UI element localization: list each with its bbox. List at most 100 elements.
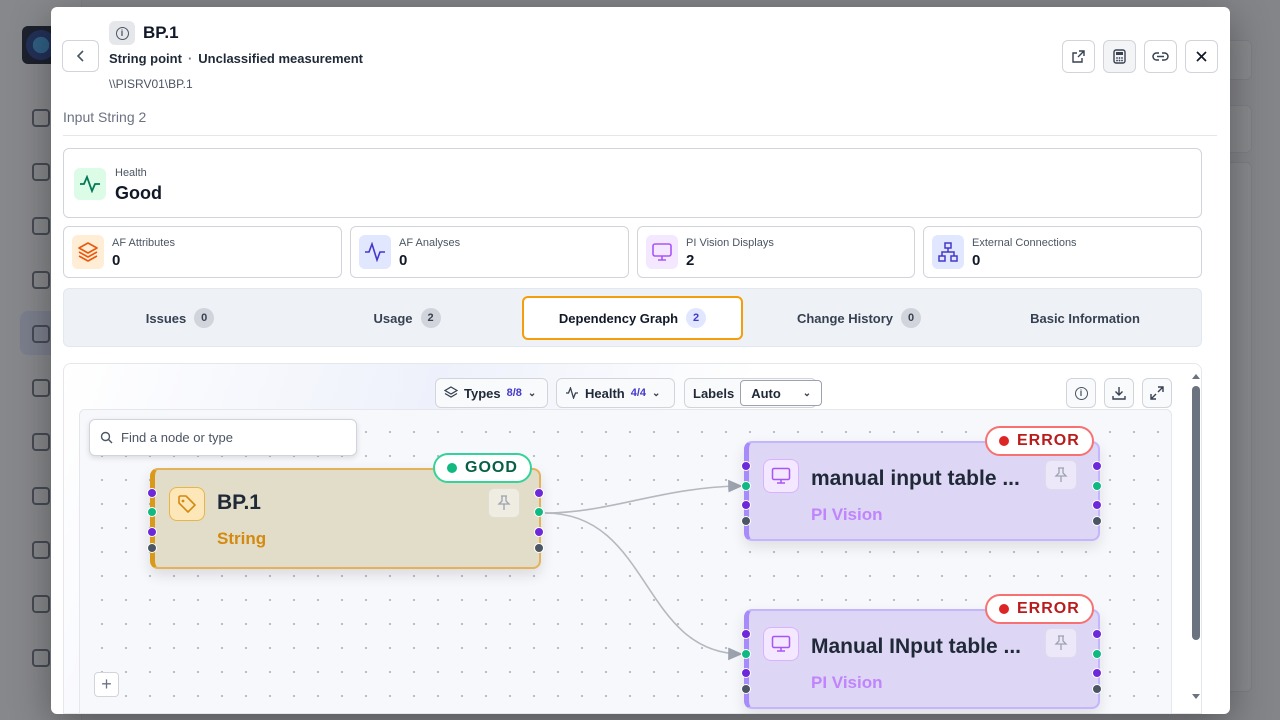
tab-count: 2 — [686, 308, 707, 328]
tab-label: Basic Information — [1030, 310, 1140, 326]
chevron-left-icon — [76, 50, 84, 62]
monitor-icon — [763, 459, 799, 493]
graph-node-bp1[interactable]: BP.1 String — [150, 468, 541, 569]
tab-change-history[interactable]: Change History 0 — [748, 296, 970, 340]
node-port[interactable] — [1092, 649, 1102, 659]
graph-node-display-1[interactable]: manual input table ... PI Vision — [744, 441, 1100, 541]
node-port[interactable] — [741, 461, 751, 471]
stat-label: External Connections — [972, 237, 1077, 249]
node-port[interactable] — [741, 649, 751, 659]
fullscreen-button[interactable] — [1142, 378, 1172, 408]
status-badge-error: ERROR — [985, 594, 1094, 624]
search-placeholder: Find a node or type — [121, 430, 234, 445]
header-divider — [63, 135, 1217, 136]
types-count: 8/8 — [506, 387, 522, 399]
pin-button[interactable] — [1045, 460, 1077, 490]
node-port[interactable] — [147, 543, 157, 553]
node-port[interactable] — [534, 507, 544, 517]
labels-label: Labels — [693, 385, 735, 401]
status-badge-good: GOOD — [433, 453, 532, 483]
tab-label: Usage — [373, 310, 413, 326]
labels-select-value: Auto — [751, 385, 781, 401]
node-port[interactable] — [147, 507, 157, 517]
node-port[interactable] — [741, 629, 751, 639]
status-dot — [447, 463, 457, 473]
node-port[interactable] — [741, 500, 751, 510]
separator-dot: · — [187, 51, 193, 66]
external-link-icon — [1072, 50, 1085, 63]
labels-select[interactable]: Auto ⌄ — [740, 380, 823, 406]
calculator-icon — [1113, 49, 1126, 64]
download-button[interactable] — [1104, 378, 1134, 408]
status-label: GOOD — [465, 459, 518, 476]
health-label: Health — [115, 167, 147, 179]
node-port[interactable] — [741, 684, 751, 694]
health-filter-count: 4/4 — [630, 387, 647, 399]
node-port[interactable] — [147, 488, 157, 498]
stat-pi-vision-displays[interactable]: PI Vision Displays 2 — [637, 226, 915, 278]
health-filter[interactable]: Health 4/4 ⌄ — [556, 378, 675, 408]
node-title: BP.1 — [217, 491, 261, 514]
copy-link-button[interactable] — [1144, 40, 1177, 73]
health-card: Health Good — [63, 148, 1202, 218]
node-port[interactable] — [534, 527, 544, 537]
stat-af-analyses[interactable]: AF Analyses 0 — [350, 226, 629, 278]
stat-value: 0 — [112, 252, 121, 269]
status-dot — [999, 604, 1009, 614]
node-port[interactable] — [1092, 461, 1102, 471]
status-label: ERROR — [1017, 432, 1080, 449]
tab-basic-information[interactable]: Basic Information — [974, 296, 1196, 340]
node-port[interactable] — [1092, 500, 1102, 510]
node-port[interactable] — [1092, 481, 1102, 491]
graph-search[interactable]: Find a node or type — [89, 419, 357, 456]
tab-label: Dependency Graph — [558, 310, 679, 326]
stat-value: 2 — [686, 252, 695, 269]
node-title: Manual INput table ... — [811, 635, 1022, 658]
close-button[interactable] — [1185, 40, 1218, 73]
node-port[interactable] — [1092, 684, 1102, 694]
node-port[interactable] — [1092, 516, 1102, 526]
point-subtitle: String point · Unclassified measurement — [109, 51, 363, 66]
monitor-icon — [646, 235, 678, 269]
pin-button[interactable] — [488, 488, 520, 518]
graph-info-button[interactable]: i — [1066, 378, 1096, 408]
point-detail-modal: i BP.1 String point · Unclassified measure… — [51, 7, 1230, 714]
node-port[interactable] — [1092, 629, 1102, 639]
open-external-button[interactable] — [1062, 40, 1095, 73]
point-type: String point — [109, 51, 182, 66]
node-port[interactable] — [741, 668, 751, 678]
node-type: PI Vision — [811, 505, 883, 524]
stat-af-attributes[interactable]: AF Attributes 0 — [63, 226, 342, 278]
tab-count: 2 — [420, 308, 441, 328]
zoom-in-button[interactable]: + — [94, 672, 119, 697]
node-port[interactable] — [741, 481, 751, 491]
page-title: BP.1 — [143, 23, 179, 42]
stat-label: PI Vision Displays — [686, 237, 774, 249]
stat-external-connections[interactable]: External Connections 0 — [923, 226, 1202, 278]
types-label: Types — [464, 385, 501, 401]
node-type: String — [217, 529, 267, 548]
tab-usage[interactable]: Usage 2 — [296, 296, 518, 340]
pulse-icon — [359, 235, 391, 269]
tab-issues[interactable]: Issues 0 — [74, 296, 286, 340]
node-port[interactable] — [1092, 668, 1102, 678]
node-port[interactable] — [741, 516, 751, 526]
search-icon — [100, 431, 113, 444]
node-port[interactable] — [534, 543, 544, 553]
back-button[interactable] — [62, 40, 99, 72]
link-icon — [1152, 52, 1169, 61]
calculator-button[interactable] — [1103, 40, 1136, 73]
graph-scrollbar[interactable] — [1189, 367, 1203, 707]
types-filter[interactable]: Types 8/8 ⌄ — [435, 378, 548, 408]
detail-tabs: Issues 0 Usage 2 Dependency Graph 2 Change … — [63, 288, 1202, 347]
node-port[interactable] — [147, 527, 157, 537]
stat-value: 0 — [972, 252, 981, 269]
scroll-down-icon — [1192, 694, 1200, 699]
graph-node-display-2[interactable]: Manual INput table ... PI Vision — [744, 609, 1100, 709]
info-icon: i — [1074, 386, 1088, 400]
tab-dependency-graph[interactable]: Dependency Graph 2 — [522, 296, 743, 340]
info-chip[interactable]: i — [109, 21, 135, 45]
node-port[interactable] — [534, 488, 544, 498]
pin-button[interactable] — [1045, 628, 1077, 658]
tab-count: 0 — [901, 308, 922, 328]
